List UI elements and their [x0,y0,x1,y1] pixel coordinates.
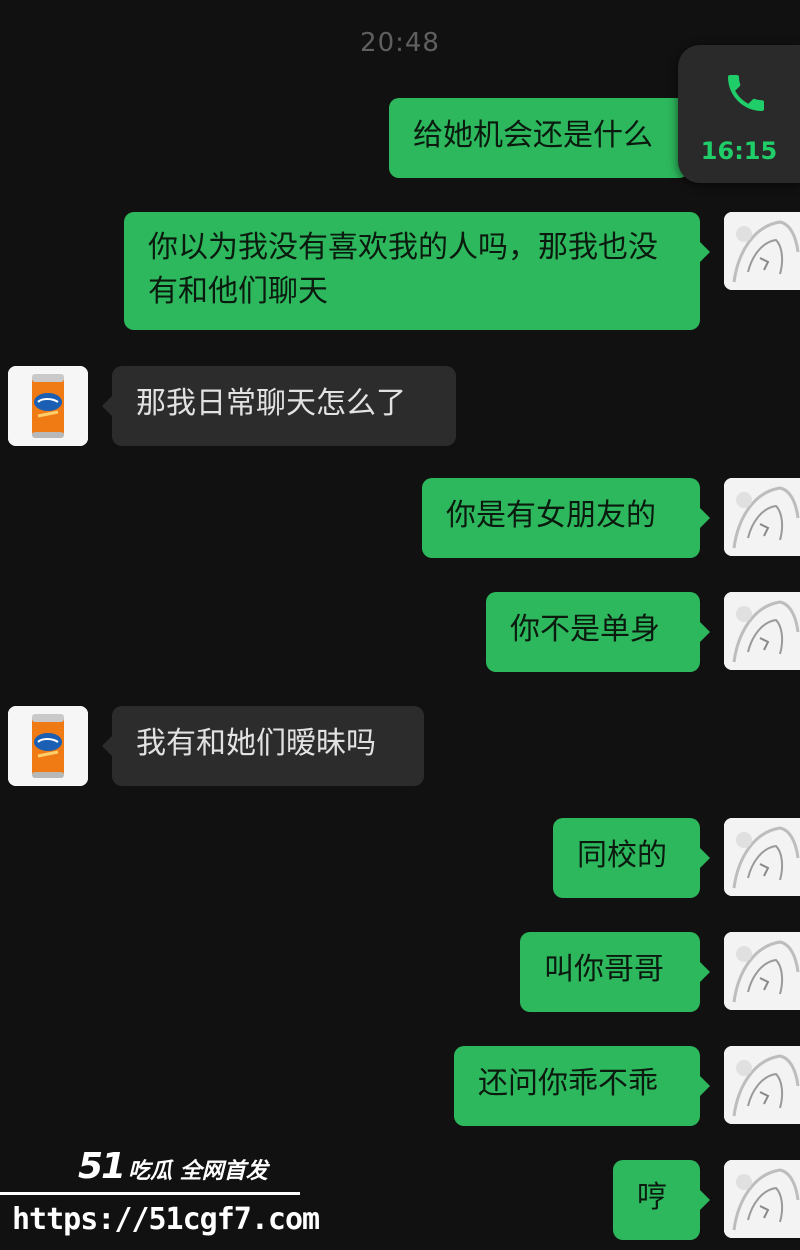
message-bubble-outgoing[interactable]: 你是有女朋友的 [422,478,710,558]
message-text: 叫你哥哥 [544,952,664,987]
message-bubble-incoming[interactable]: 那我日常聊天怎么了 [102,366,456,446]
phone-icon [728,75,764,111]
message-bubble-outgoing[interactable]: 同校的 [553,818,710,898]
message-timestamp: 20:48 [360,28,440,58]
message-bubble-outgoing[interactable]: 你以为我没有喜欢我的人吗，那我也没有和他们聊天 [124,212,710,330]
message-text: 还问你乖不乖 [478,1066,658,1101]
sketch-avatar-image [724,212,800,290]
message-bubble-outgoing[interactable]: 叫你哥哥 [520,932,710,1012]
message-text: 同校的 [577,838,667,873]
fanta-can-avatar-image [8,366,88,446]
my-avatar[interactable] [724,592,800,670]
contact-avatar[interactable] [8,366,88,446]
message-bubble-outgoing[interactable]: 给她机会还是什么 [389,98,699,178]
my-avatar[interactable] [724,212,800,290]
watermark-url: https://51cgf7.com [12,1202,320,1237]
sketch-avatar-image [724,478,800,556]
watermark-brand: 51 吃瓜 全网首发 [78,1146,268,1187]
message-bubble-incoming[interactable]: 我有和她们暧昧吗 [102,706,424,786]
voice-call-floating-window[interactable]: 16:15 [678,45,800,183]
sketch-avatar-image [724,1046,800,1124]
sketch-avatar-image [724,592,800,670]
watermark-divider [0,1192,300,1195]
my-avatar[interactable] [724,1046,800,1124]
my-avatar[interactable] [724,932,800,1010]
watermark-number: 51 [78,1146,126,1187]
message-text: 给她机会还是什么 [413,118,653,153]
watermark-text: 吃瓜 全网首发 [128,1159,268,1184]
message-text: 那我日常聊天怎么了 [136,386,406,421]
message-text: 你是有女朋友的 [446,498,656,533]
call-duration: 16:15 [700,137,778,165]
my-avatar[interactable] [724,478,800,556]
message-text: 你不是单身 [510,612,660,647]
message-text: 哼 [637,1180,667,1215]
message-text: 你以为我没有喜欢我的人吗，那我也没有和他们聊天 [148,230,658,309]
message-bubble-outgoing[interactable]: 哼 [613,1160,710,1240]
site-watermark: 51 吃瓜 全网首发 https://51cgf7.com [0,1138,320,1250]
message-bubble-outgoing[interactable]: 你不是单身 [486,592,710,672]
my-avatar[interactable] [724,818,800,896]
fanta-can-avatar-image [8,706,88,786]
sketch-avatar-image [724,818,800,896]
sketch-avatar-image [724,932,800,1010]
message-bubble-outgoing[interactable]: 还问你乖不乖 [454,1046,710,1126]
contact-avatar[interactable] [8,706,88,786]
message-text: 我有和她们暧昧吗 [136,726,376,761]
my-avatar[interactable] [724,1160,800,1238]
sketch-avatar-image [724,1160,800,1238]
